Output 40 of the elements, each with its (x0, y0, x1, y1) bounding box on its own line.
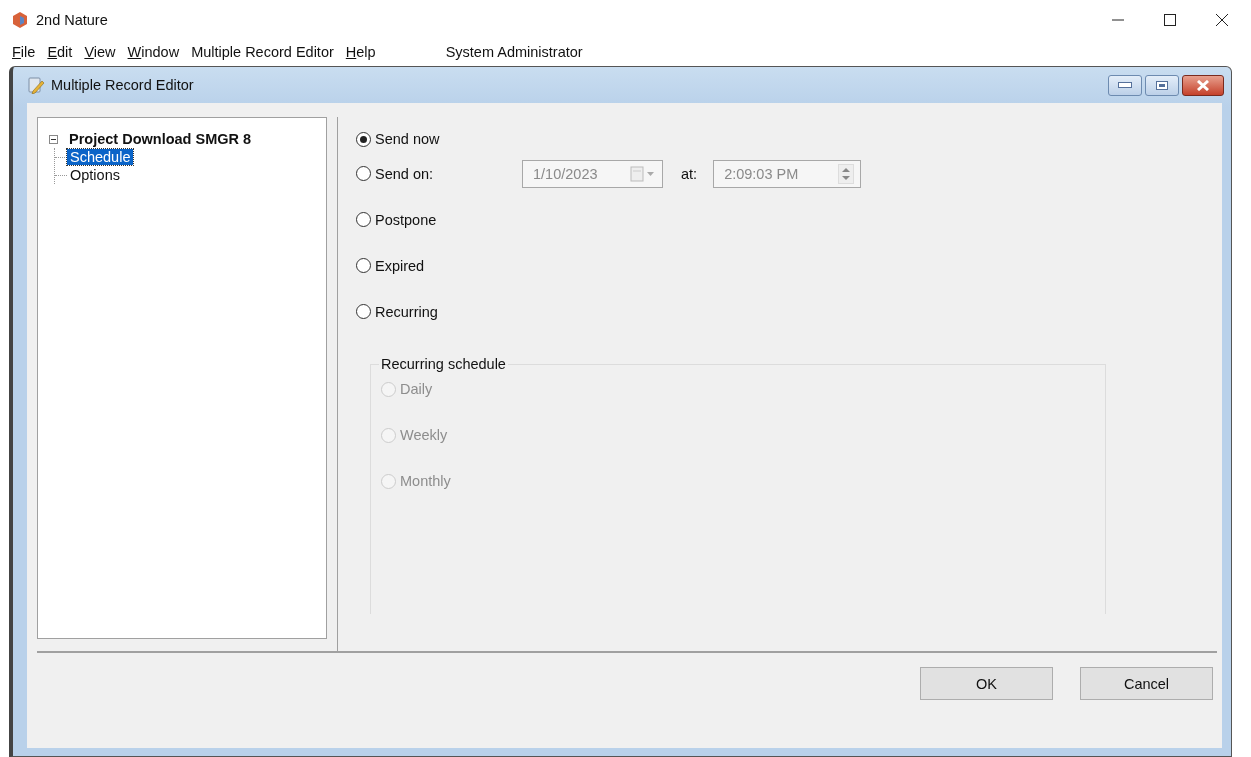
group-title: Recurring schedule (380, 356, 507, 372)
ok-button[interactable]: OK (920, 667, 1053, 700)
close-button[interactable] (1182, 74, 1224, 96)
at-label: at: (681, 165, 698, 182)
calendar-dropdown-icon (630, 165, 656, 182)
radio-button[interactable] (356, 166, 371, 181)
menu-item[interactable]: Window (121, 44, 186, 60)
cancel-button[interactable]: Cancel (1080, 667, 1213, 700)
user-name: System Administrator (444, 44, 584, 60)
radio-button[interactable] (356, 212, 371, 227)
close-icon (1196, 79, 1210, 91)
menu-item[interactable]: Multiple Record Editor (185, 44, 340, 60)
radio-label: Send on: (375, 165, 434, 182)
radio-label: Monthly (400, 473, 451, 489)
tree-item[interactable]: Schedule (67, 149, 134, 165)
menu-item[interactable]: Help (339, 44, 382, 60)
minimize-icon (1118, 82, 1132, 88)
radio-label: Postpone (375, 211, 437, 228)
child-window-title: Multiple Record Editor (51, 77, 195, 93)
radio-button[interactable] (356, 258, 371, 273)
menu-item[interactable]: View (78, 44, 122, 60)
restore-icon (1156, 80, 1168, 90)
radio-button[interactable] (356, 131, 371, 147)
window-title: 2nd Nature (36, 12, 109, 28)
spinner-icon[interactable] (838, 163, 855, 184)
menu-item[interactable]: File (6, 44, 42, 60)
minimize-button[interactable] (1108, 74, 1142, 96)
editor-icon (27, 76, 45, 94)
radio-label: Send now (375, 131, 440, 147)
radio-label: Recurring (375, 303, 438, 320)
app-logo-icon (12, 12, 28, 28)
radio-button[interactable] (356, 304, 371, 319)
radio-label: Daily (400, 381, 433, 397)
tree-item[interactable]: Project Download SMGR 8 (67, 131, 254, 147)
radio-label: Weekly (400, 427, 448, 443)
radio-label: Expired (375, 257, 425, 274)
menu-item[interactable]: Edit (41, 44, 79, 60)
tree-item[interactable]: Options (67, 167, 123, 183)
restore-button[interactable] (1145, 74, 1179, 96)
collapse-icon[interactable] (49, 134, 58, 144)
